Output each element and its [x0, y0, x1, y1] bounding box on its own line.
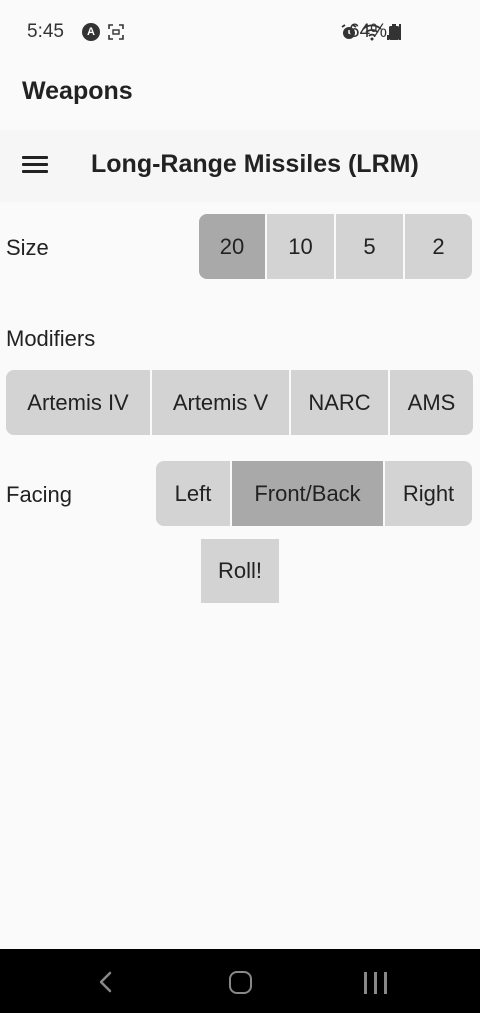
facing-selector: Left Front/Back Right [156, 461, 472, 526]
roll-button[interactable]: Roll! [201, 539, 279, 603]
screenshot-icon [108, 24, 124, 40]
size-option-10[interactable]: 10 [267, 214, 334, 279]
modifiers-label: Modifiers [6, 326, 96, 351]
facing-label: Facing [6, 482, 73, 507]
app-title: Weapons [22, 77, 133, 105]
modifier-ams[interactable]: AMS [390, 370, 473, 435]
facing-left[interactable]: Left [156, 461, 230, 526]
back-icon[interactable] [96, 970, 116, 994]
facing-right[interactable]: Right [385, 461, 472, 526]
modifiers-selector: Artemis IV Artemis V NARC AMS [6, 370, 473, 435]
hamburger-menu-icon[interactable] [22, 154, 48, 176]
modifier-artemis-v[interactable]: Artemis V [152, 370, 289, 435]
size-option-5[interactable]: 5 [336, 214, 403, 279]
status-time: 5:45 [27, 21, 64, 42]
app-notification-icon: A [82, 23, 100, 41]
recents-icon[interactable] [364, 972, 388, 994]
modifier-narc[interactable]: NARC [291, 370, 388, 435]
status-bar: 5:45 A 64% [0, 0, 480, 64]
size-option-2[interactable]: 2 [405, 214, 472, 279]
battery-percent: 64% [349, 21, 388, 42]
modifier-artemis-iv[interactable]: Artemis IV [6, 370, 150, 435]
size-selector: 20 10 5 2 [199, 214, 472, 279]
weapon-title: Long-Range Missiles (LRM) [91, 150, 419, 178]
size-label: Size [6, 235, 49, 260]
home-icon[interactable] [229, 971, 252, 994]
battery-icon [389, 24, 399, 40]
facing-front-back[interactable]: Front/Back [232, 461, 383, 526]
size-option-20[interactable]: 20 [199, 214, 265, 279]
